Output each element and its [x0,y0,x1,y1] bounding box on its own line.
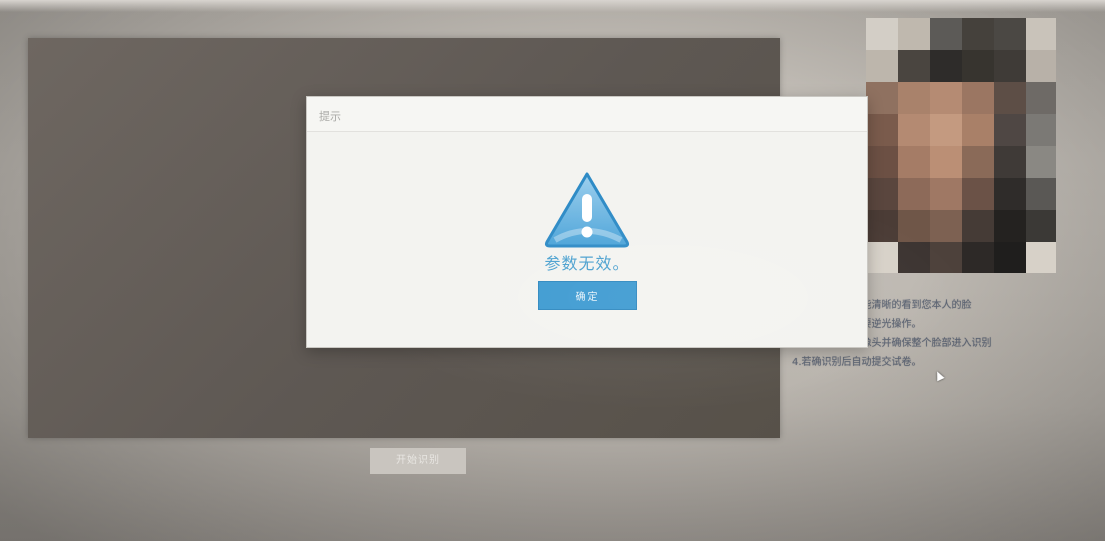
start-recognition-button[interactable]: 开始识别 [370,448,466,474]
dialog-title: 提示 [319,110,341,123]
user-photo-avatar [866,18,1056,273]
confirm-button[interactable]: 确定 [539,282,636,309]
screen-edge [0,0,1105,12]
dialog-message: 参数无效。 [544,254,630,273]
warning-icon [544,172,630,248]
dialog-body: 参数无效。 确定 [307,132,867,346]
alert-dialog: 提示 参数无效。 确定 [306,96,868,348]
dialog-header: 提示 [307,97,867,132]
instruction-line: 4.若确识别后自动提交试卷。 [792,357,922,368]
